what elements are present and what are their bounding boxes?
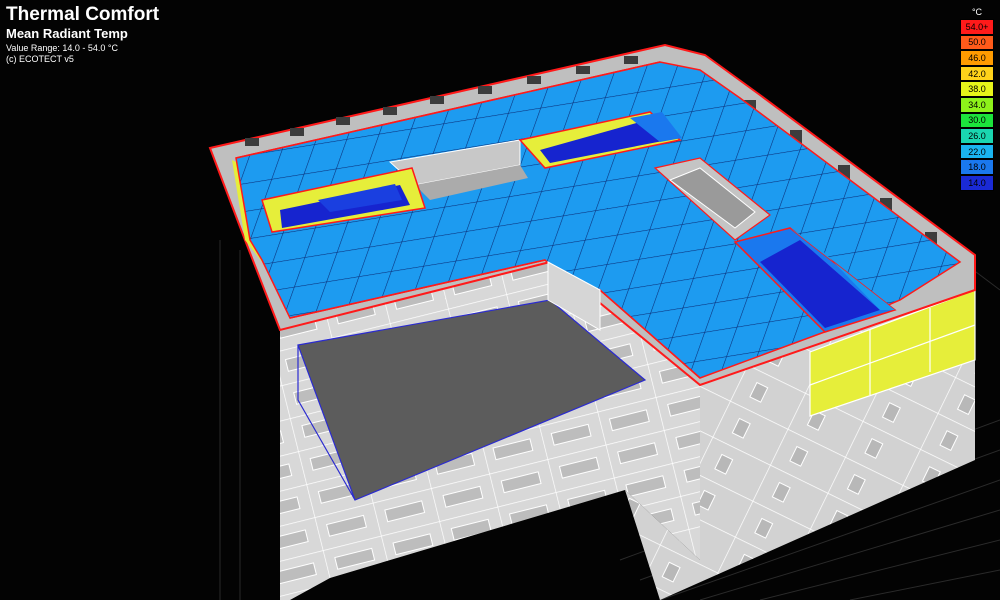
legend-unit: °C <box>971 7 983 17</box>
legend-swatch: 34.0 <box>960 96 994 113</box>
legend-swatch: 42.0 <box>960 65 994 82</box>
analysis-title: Thermal Comfort <box>6 4 160 25</box>
info-overlay: Thermal Comfort Mean Radiant Temp Value … <box>6 5 159 66</box>
legend-swatch: 46.0 <box>960 50 994 66</box>
legend-swatch: 38.0 <box>960 81 994 97</box>
analysis-subtitle: Mean Radiant Temp <box>6 26 128 41</box>
legend-swatch: 14.0 <box>960 174 994 191</box>
3d-viewport[interactable]: Thermal Comfort Mean Radiant Temp Value … <box>0 0 1000 600</box>
legend-swatch: 22.0 <box>960 143 994 160</box>
legend-swatch: 18.0 <box>960 159 994 175</box>
legend-swatch: 50.0 <box>960 34 994 51</box>
legend-swatch: 30.0 <box>960 112 994 129</box>
color-scale-legend: °C 54.0+ 50.0 46.0 42.0 38.0 34.0 30.0 26.0 22.0… <box>960 5 994 191</box>
credit-text: (c) ECOTECT v5 <box>6 54 74 64</box>
building-model[interactable] <box>0 0 1000 600</box>
legend-swatch: 26.0 <box>960 128 994 144</box>
value-range: Value Range: 14.0 - 54.0 °C <box>6 43 119 53</box>
legend-swatch: 54.0+ <box>960 19 994 35</box>
